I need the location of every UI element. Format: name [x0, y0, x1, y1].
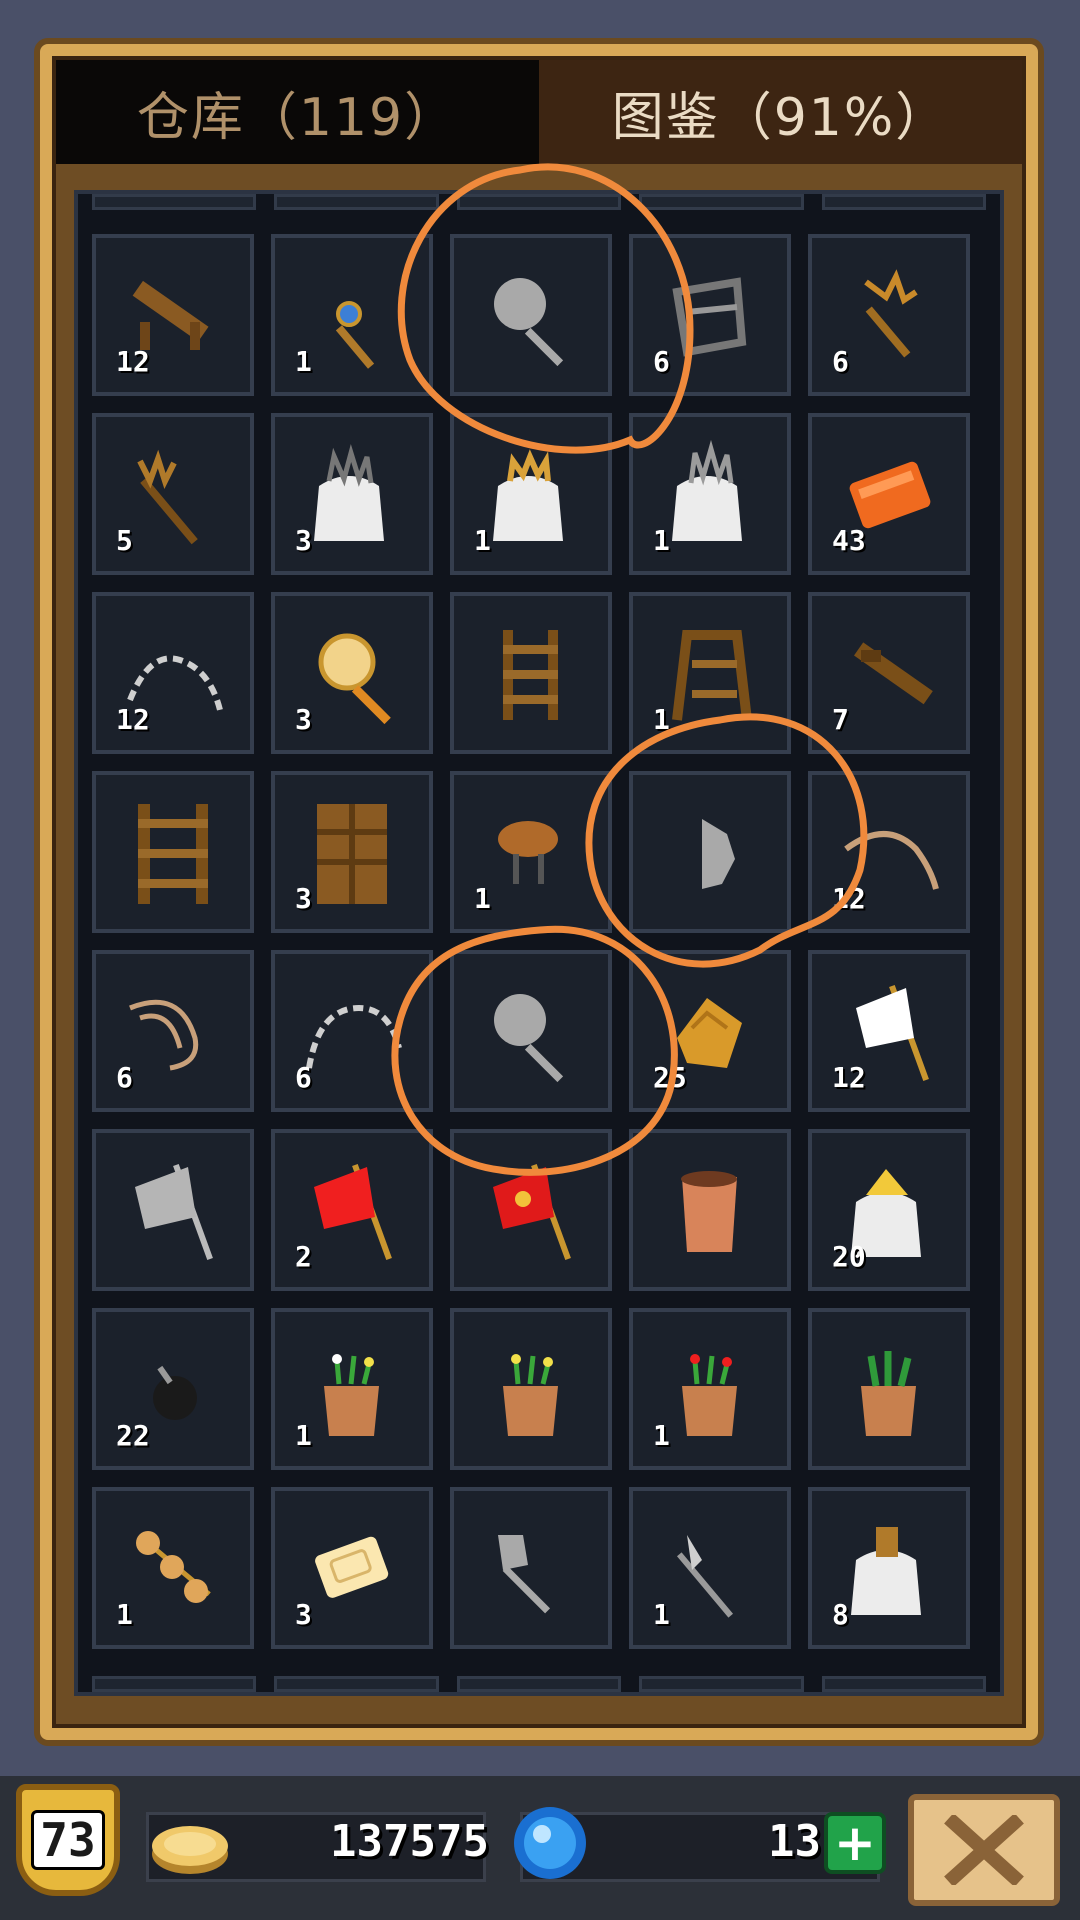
item-slot[interactable]: 22: [92, 1308, 254, 1470]
grid-scroll-peek-bottom: [92, 1676, 986, 1692]
item-slot[interactable]: 1: [450, 771, 612, 933]
item-slot[interactable]: 1: [92, 1487, 254, 1649]
item-slot[interactable]: 3: [271, 592, 433, 754]
item-quantity: 3: [295, 703, 312, 736]
item-slot[interactable]: 5: [92, 413, 254, 575]
item-quantity: 1: [116, 1598, 133, 1631]
item-slot[interactable]: 1: [629, 592, 791, 754]
blue-gem-icon: [514, 1807, 586, 1879]
item-quantity: 12: [832, 1061, 866, 1094]
item-slot[interactable]: 7: [808, 592, 970, 754]
item-quantity: 3: [295, 1598, 312, 1631]
item-slot[interactable]: 6: [629, 234, 791, 396]
item-quantity: 25: [653, 1061, 687, 1094]
level-value: 73: [31, 1810, 105, 1870]
inventory-panel-inner: 仓库（119） 图鉴（91%） 12 1 6 6 5 3 1 1 43 12 3 1 7 3 1 12 6 6 25…: [52, 56, 1026, 1728]
item-slot[interactable]: 1: [629, 413, 791, 575]
item-slot[interactable]: [629, 771, 791, 933]
item-quantity: 1: [295, 345, 312, 378]
unknown-shovel-icon: [498, 1535, 551, 1614]
unknown-flag-icon: [135, 1163, 213, 1261]
tab-codex[interactable]: 图鉴（91%）: [539, 60, 1022, 164]
item-grid: 12 1 6 6 5 3 1 1 43 12 3 1 7 3 1 12 6 6 25 12 2 20 22 1 1 1 3 1 8: [92, 234, 986, 1649]
item-quantity: 1: [653, 1598, 670, 1631]
item-slot[interactable]: 3: [271, 413, 433, 575]
unknown-shard-icon: [702, 819, 735, 889]
item-slot[interactable]: 3: [271, 1487, 433, 1649]
clay-pot-icon: [681, 1171, 737, 1252]
item-quantity: 2: [295, 1240, 312, 1273]
item-slot[interactable]: [450, 234, 612, 396]
item-slot[interactable]: 2: [271, 1129, 433, 1291]
item-quantity: 1: [474, 524, 491, 557]
item-quantity: 6: [295, 1061, 312, 1094]
item-quantity: 20: [832, 1240, 866, 1273]
item-quantity: 1: [653, 1419, 670, 1452]
item-slot[interactable]: 1: [271, 1308, 433, 1470]
item-grid-container[interactable]: 12 1 6 6 5 3 1 1 43 12 3 1 7 3 1 12 6 6 25 12 2 20 22 1 1 1 3 1 8: [74, 190, 1004, 1696]
item-quantity: 43: [832, 524, 866, 557]
item-slot[interactable]: 20: [808, 1129, 970, 1291]
item-slot[interactable]: [92, 1129, 254, 1291]
close-button[interactable]: [908, 1794, 1060, 1906]
item-quantity: 1: [474, 882, 491, 915]
close-icon: [944, 1815, 1024, 1885]
item-quantity: 1: [653, 524, 670, 557]
item-quantity: 12: [116, 703, 150, 736]
item-slot[interactable]: 12: [92, 234, 254, 396]
item-slot[interactable]: 12: [808, 771, 970, 933]
item-slot[interactable]: 1: [271, 234, 433, 396]
item-slot[interactable]: 3: [271, 771, 433, 933]
coin-value: 137575: [330, 1816, 489, 1867]
item-slot[interactable]: 25: [629, 950, 791, 1112]
add-gems-button[interactable]: +: [824, 1812, 886, 1874]
red-banner-icon: [493, 1163, 571, 1261]
item-slot[interactable]: 1: [629, 1308, 791, 1470]
yellow-flower-pot-icon: [503, 1354, 558, 1436]
item-slot[interactable]: [450, 1487, 612, 1649]
item-quantity: 6: [116, 1061, 133, 1094]
item-quantity: 1: [295, 1419, 312, 1452]
item-slot[interactable]: [92, 771, 254, 933]
item-slot[interactable]: 1: [450, 413, 612, 575]
unknown-net-icon: [494, 994, 564, 1083]
item-slot[interactable]: [450, 950, 612, 1112]
level-badge[interactable]: 73: [16, 1784, 120, 1896]
item-slot[interactable]: 43: [808, 413, 970, 575]
item-quantity: 3: [295, 882, 312, 915]
green-plant-pot-icon: [861, 1351, 916, 1436]
item-slot[interactable]: [450, 1308, 612, 1470]
tab-warehouse[interactable]: 仓库（119）: [56, 60, 539, 164]
item-quantity: 7: [832, 703, 849, 736]
inventory-panel: 仓库（119） 图鉴（91%） 12 1 6 6 5 3 1 1 43 12 3 1 7 3 1 12 6 6 25…: [34, 38, 1044, 1746]
unknown-net-icon: [494, 278, 564, 367]
ladder-tall-icon: [138, 804, 208, 904]
item-quantity: 5: [116, 524, 133, 557]
item-quantity: 3: [295, 524, 312, 557]
tab-bar: 仓库（119） 图鉴（91%）: [56, 60, 1022, 164]
item-slot[interactable]: [629, 1129, 791, 1291]
item-quantity: 12: [832, 882, 866, 915]
item-slot[interactable]: 8: [808, 1487, 970, 1649]
item-quantity: 1: [653, 703, 670, 736]
item-slot[interactable]: [450, 592, 612, 754]
item-slot[interactable]: 6: [808, 234, 970, 396]
coin-icon: [152, 1826, 228, 1874]
item-quantity: 22: [116, 1419, 150, 1452]
grid-scroll-peek-top: [92, 194, 986, 210]
item-quantity: 6: [653, 345, 670, 378]
bottom-status-bar: 73 137575 13 +: [0, 1776, 1080, 1920]
item-slot[interactable]: 6: [271, 950, 433, 1112]
item-slot[interactable]: 6: [92, 950, 254, 1112]
item-slot[interactable]: 12: [808, 950, 970, 1112]
item-slot[interactable]: 1: [629, 1487, 791, 1649]
item-slot[interactable]: [808, 1308, 970, 1470]
item-quantity: 8: [832, 1598, 849, 1631]
item-slot[interactable]: 12: [92, 592, 254, 754]
item-quantity: 6: [832, 345, 849, 378]
gem-value: 13: [768, 1816, 821, 1867]
item-quantity: 12: [116, 345, 150, 378]
wooden-ladder-icon: [503, 630, 558, 720]
item-slot[interactable]: [450, 1129, 612, 1291]
